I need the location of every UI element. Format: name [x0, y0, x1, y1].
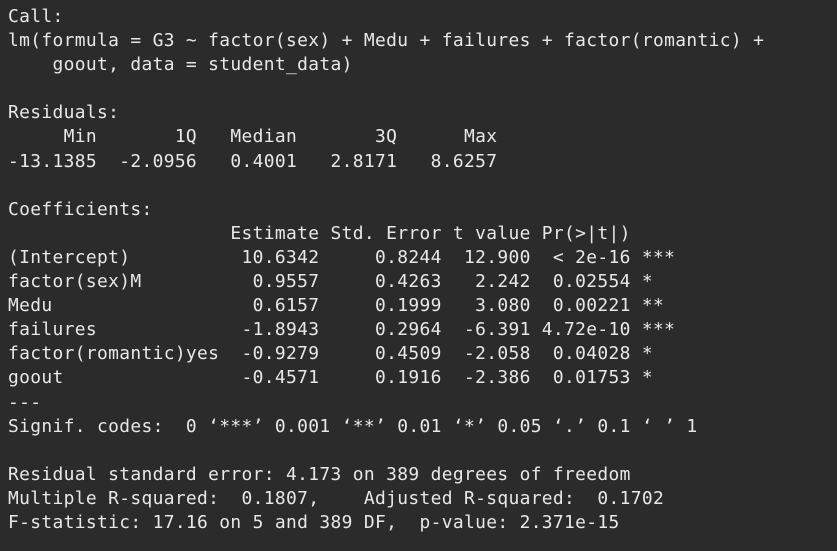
call-formula-continuation-line: goout, data = student_data) [8, 54, 353, 76]
coefficients-column-headers: Estimate Std. Error t value Pr(>|t|) [8, 222, 631, 244]
coefficient-row-sex: factor(sex)M 0.9557 0.4263 2.242 0.02554… [8, 271, 654, 293]
coefficient-row-medu: Medu 0.6157 0.1999 3.080 0.00221 ** [8, 295, 665, 317]
coefficients-header-line: Coefficients: [8, 198, 153, 220]
call-header-line: Call: [8, 6, 64, 27]
coefficient-row-romantic: factor(romantic)yes -0.9279 0.4509 -2.05… [8, 343, 654, 365]
coefficient-row-goout: goout -0.4571 0.1916 -2.386 0.01753 * [8, 367, 654, 389]
r-console-output: Call: lm(formula = G3 ~ factor(sex) + Me… [0, 0, 837, 551]
coefficient-row-failures: failures -1.8943 0.2964 -6.391 4.72e-10 … [8, 319, 676, 341]
residuals-quantile-labels: Min 1Q Median 3Q Max [8, 126, 498, 148]
call-formula-line: lm(formula = G3 ~ factor(sex) + Medu + f… [8, 30, 765, 52]
r-squared-line: Multiple R-squared: 0.1807, Adjusted R-s… [8, 487, 665, 509]
signif-codes-line: Signif. codes: 0 ‘***’ 0.001 ‘**’ 0.01 ‘… [8, 415, 698, 437]
f-statistic-line: F-statistic: 17.16 on 5 and 389 DF, p-va… [8, 511, 620, 533]
coefficient-row-intercept: (Intercept) 10.6342 0.8244 12.900 < 2e-1… [8, 246, 676, 268]
residual-standard-error-line: Residual standard error: 4.173 on 389 de… [8, 463, 631, 485]
residuals-quantile-values: -13.1385 -2.0956 0.4001 2.8171 8.6257 [8, 150, 498, 172]
residuals-header-line: Residuals: [8, 102, 120, 124]
separator-line: --- [8, 391, 42, 413]
